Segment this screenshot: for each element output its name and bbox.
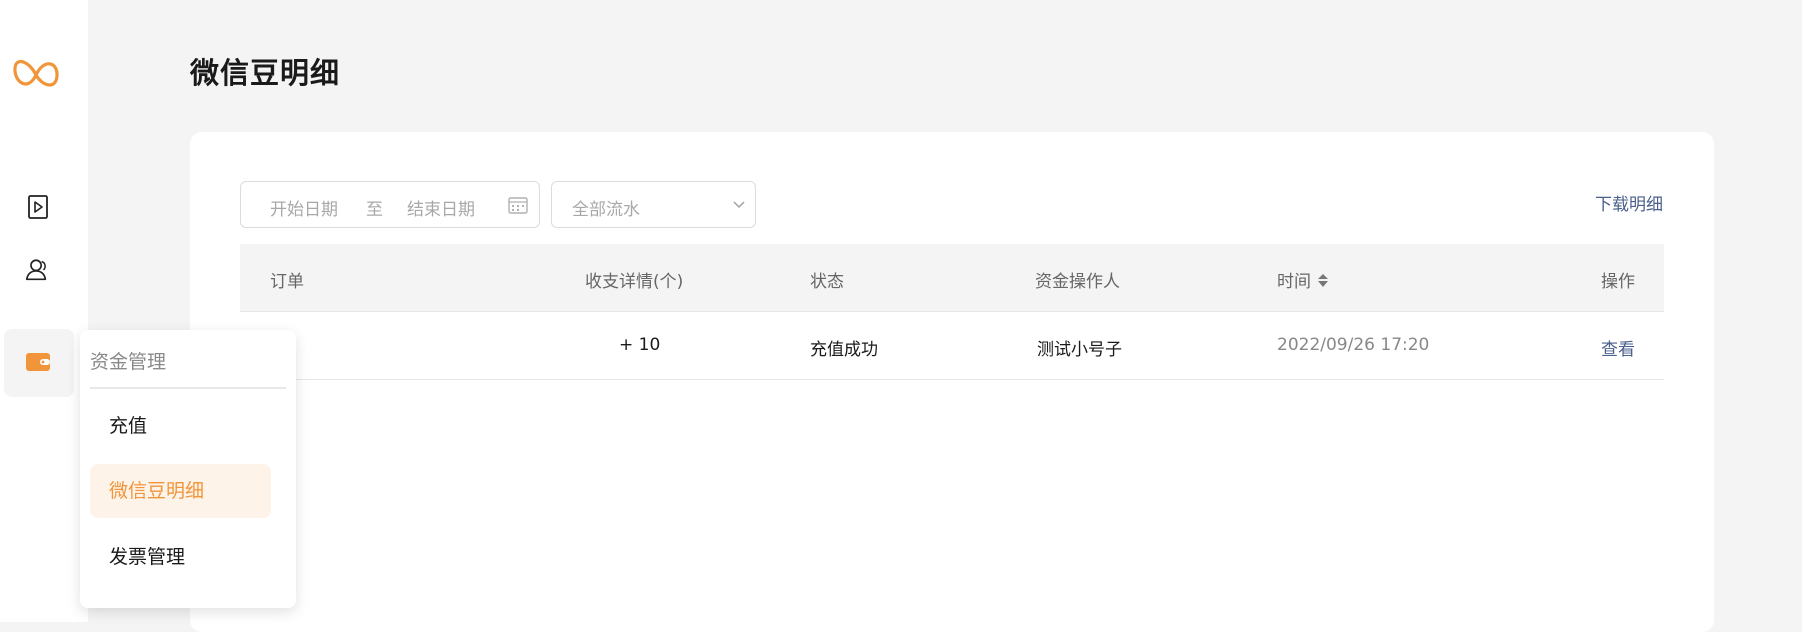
end-date-input[interactable]: 结束日期 xyxy=(407,195,475,220)
cell-time: 2022/09/26 17:20 xyxy=(1277,335,1430,355)
brand-logo-icon[interactable] xyxy=(12,52,60,98)
select-value: 全部流水 xyxy=(572,200,640,220)
table-header: 订单 收支详情(个) 状态 资金操作人 时间 操作 xyxy=(240,244,1664,312)
column-header-operator: 资金操作人 xyxy=(1035,272,1120,292)
column-header-status: 状态 xyxy=(810,272,844,292)
chevron-down-icon xyxy=(731,196,747,217)
calendar-icon[interactable] xyxy=(508,196,528,219)
video-icon[interactable] xyxy=(25,194,51,220)
date-separator: 至 xyxy=(366,200,383,220)
page-title: 微信豆明细 xyxy=(190,56,341,90)
column-header-time-label: 时间 xyxy=(1277,272,1311,292)
submenu-divider xyxy=(90,387,286,389)
wallet-icon[interactable] xyxy=(25,349,51,375)
users-icon[interactable] xyxy=(24,257,50,283)
download-details-link[interactable]: 下载明细 xyxy=(1595,190,1663,215)
column-header-action: 操作 xyxy=(1601,272,1635,292)
cell-amount: + 10 xyxy=(619,335,661,355)
funds-submenu: 资金管理 充值 微信豆明细 发票管理 xyxy=(80,330,296,608)
transaction-type-select[interactable]: 全部流水 xyxy=(551,181,756,228)
table-row: 值 + 10 充值成功 测试小号子 2022/09/26 17:20 查看 xyxy=(240,312,1664,380)
date-range-picker[interactable]: 开始日期 至 结束日期 xyxy=(240,181,540,228)
sort-icon[interactable] xyxy=(1317,272,1329,293)
submenu-title: 资金管理 xyxy=(90,351,167,373)
cell-status: 充值成功 xyxy=(810,340,878,360)
submenu-item-invoice[interactable]: 发票管理 xyxy=(90,530,271,584)
column-header-order: 订单 xyxy=(270,272,304,292)
column-header-amount: 收支详情(个) xyxy=(585,272,684,292)
submenu-item-recharge[interactable]: 充值 xyxy=(90,399,271,453)
sidebar xyxy=(0,0,88,622)
start-date-input[interactable]: 开始日期 xyxy=(270,195,338,220)
column-header-time[interactable]: 时间 xyxy=(1277,267,1329,293)
submenu-item-bean-details[interactable]: 微信豆明细 xyxy=(90,464,271,518)
cell-operator: 测试小号子 xyxy=(1037,340,1122,360)
view-link[interactable]: 查看 xyxy=(1601,335,1635,360)
